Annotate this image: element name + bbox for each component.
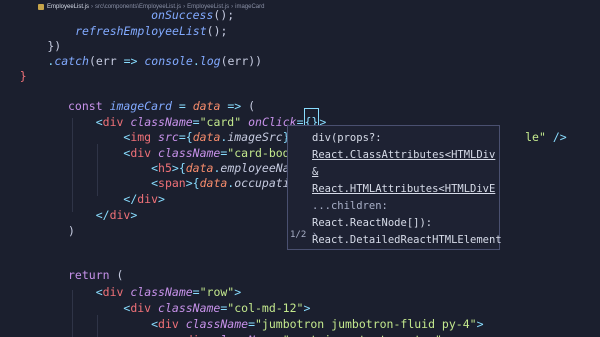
hover-text: div(props?:	[312, 132, 382, 144]
breadcrumb-symbol[interactable]: imageCard	[235, 4, 264, 10]
code-line: }	[19, 69, 27, 83]
hover-line[interactable]: React.HTMLAttributes<HTMLDivE	[312, 183, 495, 195]
hover-line: div(props?:	[312, 132, 382, 144]
code-line: .catch(err => console.log(err))	[47, 54, 263, 68]
hover-text: React.DetailedReactHTMLElement	[312, 234, 502, 246]
hover-text: React.ClassAttributes<HTMLDiv	[312, 149, 496, 161]
chevron-right-icon[interactable]: ›	[312, 230, 317, 240]
hover-line: React.ReactNode[]):	[312, 217, 432, 229]
hover-line: ...children:	[312, 200, 388, 212]
hover-text: &	[312, 166, 319, 178]
hover-text: ...children:	[312, 200, 388, 212]
code-editor[interactable]: EmployeeList.js › src\components\Employe…	[0, 0, 600, 337]
js-file-icon	[38, 4, 44, 10]
hover-line[interactable]: &	[312, 166, 318, 178]
overload-counter[interactable]: 1/2 ›	[290, 230, 317, 240]
hover-line[interactable]: React.ClassAttributes<HTMLDiv	[312, 149, 495, 161]
hover-tooltip[interactable]: div(props?: React.ClassAttributes<HTMLDi…	[287, 125, 502, 250]
code-line: <div className="container text-center">	[68, 327, 449, 337]
hover-text: React.HTMLAttributes<HTMLDivE	[312, 183, 496, 195]
overload-counter-text: 1/2	[290, 230, 307, 240]
code-line: </div>	[95, 208, 138, 222]
code-token: refreshEmployeeList	[75, 24, 207, 38]
hover-line: React.DetailedReactHTMLElement	[312, 234, 502, 246]
code-line: )	[68, 224, 75, 238]
hover-text: React.ReactNode[]):	[312, 217, 433, 229]
